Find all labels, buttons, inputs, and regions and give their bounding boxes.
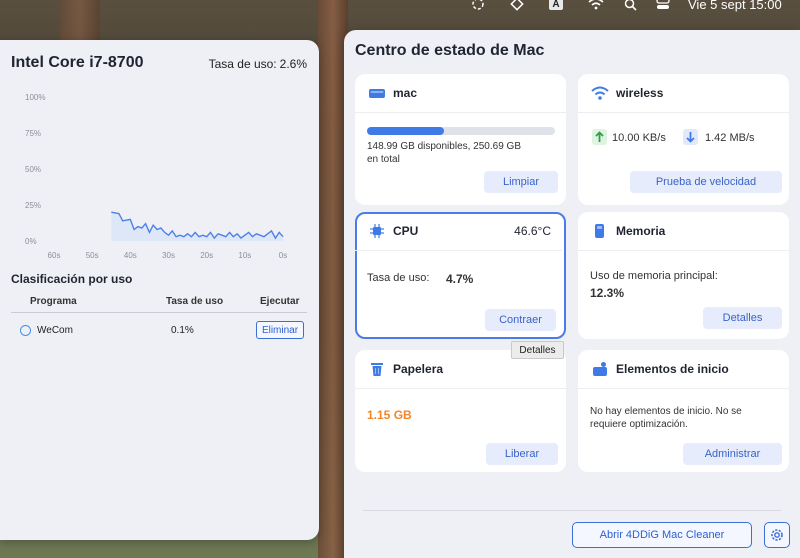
hard-drive-icon: [369, 89, 385, 98]
cpu-model-title: Intel Core i7-8700: [11, 54, 144, 71]
control-center-icon[interactable]: [656, 0, 670, 11]
manage-button[interactable]: Administrar: [683, 443, 782, 465]
search-icon[interactable]: [624, 0, 637, 11]
y-tick-label: 50%: [25, 165, 41, 174]
download-arrow-icon: [683, 129, 698, 145]
cpu-detail-panel: Intel Core i7-8700 Tasa de uso: 2.6% 100%…: [0, 40, 319, 540]
table-row: WeCom 0.1% Eliminar: [11, 320, 307, 342]
memory-usage-value: 12.3%: [590, 286, 625, 300]
open-cleaner-button[interactable]: Abrir 4DDiG Mac Cleaner: [572, 522, 752, 548]
details-tooltip: Detalles: [511, 341, 564, 359]
x-tick-label: 40s: [124, 251, 137, 260]
disk-card-header: mac: [355, 74, 566, 113]
x-tick-label: 20s: [200, 251, 213, 260]
cpu-chip-icon: [370, 224, 384, 238]
col-header-program: Programa: [30, 296, 77, 307]
wecom-app-icon: [20, 325, 31, 336]
disk-total-text: en total: [367, 154, 400, 165]
settings-button[interactable]: [764, 522, 790, 548]
usage-ranking-title: Clasificación por uso: [11, 272, 133, 286]
cpu-rate-label: Tasa de uso:: [208, 57, 277, 71]
startup-message-line2: requiere optimización.: [590, 419, 688, 430]
cpu-rate-label: Tasa de uso:: [367, 272, 430, 284]
cpu-title: CPU: [393, 224, 419, 238]
upload-arrow-icon: [592, 129, 607, 145]
cpu-rate: Tasa de uso: 2.6%: [209, 57, 307, 71]
disk-usage-fill: [367, 127, 445, 135]
trash-icon: [371, 363, 383, 376]
startup-title: Elementos de inicio: [616, 362, 729, 376]
memory-details-button[interactable]: Detalles: [703, 307, 782, 329]
x-tick-label: 0s: [279, 251, 287, 260]
cpu-temperature: 46.6°C: [514, 224, 551, 238]
col-header-rate: Tasa de uso: [166, 296, 224, 307]
x-tick-label: 50s: [86, 251, 99, 260]
clean-button[interactable]: Limpiar: [484, 171, 558, 193]
trash-card: Papelera 1.15 GB Liberar: [355, 350, 566, 472]
row-rate: 0.1%: [171, 325, 194, 336]
gear-icon: [771, 529, 783, 541]
memory-title: Memoria: [616, 224, 666, 238]
cpu-rate-value: 4.7%: [446, 272, 474, 286]
y-tick-label: 75%: [25, 129, 41, 138]
startup-items-icon: [593, 362, 607, 376]
screen-capture-icon[interactable]: [470, 0, 486, 11]
startup-message-line1: No hay elementos de inicio. No se: [590, 406, 742, 417]
row-program-name: WeCom: [37, 325, 73, 336]
collapse-button[interactable]: Contraer: [485, 309, 556, 331]
cpu-rate-value: 2.6%: [279, 57, 307, 71]
footer-divider: [363, 510, 781, 511]
trash-size: 1.15 GB: [367, 408, 412, 422]
network-title: wireless: [616, 86, 664, 100]
free-up-button[interactable]: Liberar: [486, 443, 558, 465]
memory-card-header: Memoria: [578, 212, 789, 251]
y-tick-label: 0%: [25, 237, 37, 246]
menu-bar: A Vie 5 sept 15:00: [0, 0, 800, 14]
memory-card: Memoria Uso de memoria principal: 12.3% …: [578, 212, 789, 339]
network-card-header: wireless: [578, 74, 789, 113]
clock-text[interactable]: Vie 5 sept 15:00: [688, 0, 782, 12]
disk-card: mac 148.99 GB disponibles, 250.69 GB en …: [355, 74, 566, 205]
startup-items-card: Elementos de inicio No hay elementos de …: [578, 350, 789, 472]
mac-status-center: Centro de estado de Mac mac 148.99 GB di…: [344, 30, 800, 558]
disk-title: mac: [393, 86, 418, 100]
y-tick-label: 100%: [25, 93, 45, 102]
memory-chip-icon: [595, 224, 604, 238]
table-header: Programa Tasa de uso Ejecutar: [11, 296, 307, 313]
input-source-icon[interactable]: A: [549, 0, 563, 11]
wifi-icon: [591, 86, 609, 100]
x-tick-label: 10s: [238, 251, 251, 260]
wifi-icon[interactable]: [588, 0, 604, 11]
status-center-title: Centro de estado de Mac: [355, 42, 545, 59]
disk-usage-bar: [367, 127, 555, 135]
startup-card-header: Elementos de inicio: [578, 350, 789, 389]
download-speed: 1.42 MB/s: [705, 132, 755, 144]
x-tick-label: 30s: [162, 251, 175, 260]
cpu-card[interactable]: CPU 46.6°C Tasa de uso: 4.7% Contraer: [355, 212, 566, 339]
remove-button[interactable]: Eliminar: [256, 321, 304, 339]
location-icon[interactable]: [510, 0, 524, 11]
speed-test-button[interactable]: Prueba de velocidad: [630, 171, 782, 193]
x-tick-label: 60s: [48, 251, 61, 260]
network-card: wireless 10.00 KB/s 1.42 MB/s Prueba de …: [578, 74, 789, 205]
cpu-usage-chart: 100% 75% 50% 25% 0% 60s 50s 40s 30s 20s 10s 0s: [25, 93, 287, 260]
trash-title: Papelera: [393, 362, 444, 376]
memory-usage-label: Uso de memoria principal:: [590, 270, 718, 282]
cpu-card-header: CPU 46.6°C: [355, 212, 562, 251]
upload-speed: 10.00 KB/s: [612, 132, 666, 144]
disk-capacity-text: 148.99 GB disponibles, 250.69 GB: [367, 141, 521, 152]
col-header-action: Ejecutar: [260, 296, 300, 307]
y-tick-label: 25%: [25, 201, 41, 210]
